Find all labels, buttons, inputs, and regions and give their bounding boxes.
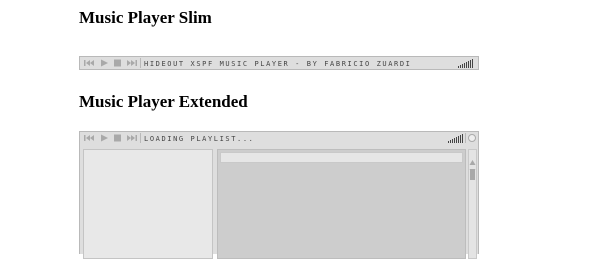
cover-art-pane xyxy=(83,149,213,259)
scroll-down-icon[interactable] xyxy=(469,160,476,174)
separator xyxy=(140,133,141,143)
stop-icon[interactable] xyxy=(111,57,125,69)
scroll-up-icon[interactable] xyxy=(469,152,476,165)
scrollbar-thumb[interactable] xyxy=(470,169,475,180)
volume-icon[interactable] xyxy=(458,59,474,68)
play-icon[interactable] xyxy=(97,132,111,144)
slim-player-bar: HIDEOUT XSPF MUSIC PLAYER - BY FABRICIO … xyxy=(79,56,479,70)
extended-player-bar: LOADING PLAYLIST... xyxy=(79,131,479,145)
slim-player-heading: Music Player Slim xyxy=(79,8,212,27)
next-icon[interactable] xyxy=(125,57,139,69)
playlist-pane[interactable] xyxy=(217,149,466,259)
playlist-scrollbar[interactable] xyxy=(468,149,477,259)
info-button[interactable] xyxy=(468,134,476,142)
volume-icon[interactable] xyxy=(448,134,464,143)
previous-icon[interactable] xyxy=(82,57,96,69)
previous-icon[interactable] xyxy=(82,132,96,144)
track-title: HIDEOUT XSPF MUSIC PLAYER - BY FABRICIO … xyxy=(144,60,412,68)
stop-icon[interactable] xyxy=(111,132,125,144)
separator xyxy=(465,133,466,143)
extended-player-body xyxy=(79,144,479,259)
separator xyxy=(140,58,141,68)
playlist-item[interactable] xyxy=(220,152,463,163)
play-icon[interactable] xyxy=(97,57,111,69)
extended-player-heading: Music Player Extended xyxy=(79,92,248,111)
next-icon[interactable] xyxy=(125,132,139,144)
